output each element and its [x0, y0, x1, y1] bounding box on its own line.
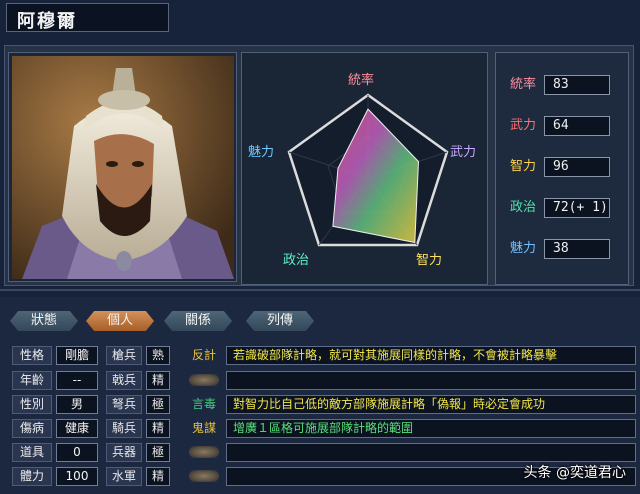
watermark: 头条 @奕道君心 [523, 465, 626, 481]
attr-label-gender: 性別 [12, 395, 52, 414]
skill-name-4[interactable]: 鬼謀 [186, 419, 222, 438]
troop-label-crossbow: 弩兵 [106, 395, 142, 414]
tab-personal[interactable]: 個人 [86, 311, 154, 331]
officer-name: 阿穆爾 [6, 3, 169, 32]
tab-status[interactable]: 狀態 [10, 311, 78, 331]
stat-label-politics: 政治 [509, 200, 536, 215]
radar-label-command: 統率 [348, 73, 375, 88]
stat-value-politics: 72(+ 1) [544, 198, 610, 218]
radar-label-war: 武力 [450, 145, 477, 160]
skill-name-1[interactable]: 反計 [186, 346, 222, 365]
stat-value-charisma: 38 [544, 239, 610, 259]
troop-label-cavalry: 騎兵 [106, 419, 142, 438]
stats-panel: 統率 83 武力 64 智力 96 政治 72(+ 1) 魅力 38 [495, 52, 629, 285]
attr-value-stamina: 100 [56, 467, 98, 486]
stat-value-intelligence: 96 [544, 157, 610, 177]
troop-label-spear: 槍兵 [106, 346, 142, 365]
troop-grade-cavalry: 精 [146, 419, 170, 438]
troop-grade-siege: 極 [146, 443, 170, 462]
section-divider [0, 289, 640, 291]
stat-value-command: 83 [544, 75, 610, 95]
attr-label-health: 傷病 [12, 419, 52, 438]
attr-label-items: 道具 [12, 443, 52, 462]
attr-label-personality: 性格 [12, 346, 52, 365]
skill-slot-empty-2 [189, 374, 219, 386]
skill-slot-empty-6 [189, 470, 219, 482]
attr-value-age: -- [56, 371, 98, 390]
troop-grade-halberd: 精 [146, 371, 170, 390]
troop-grade-spear: 熟 [146, 346, 170, 365]
skill-desc-5 [226, 443, 636, 462]
officer-portrait [12, 56, 234, 279]
stat-value-war: 64 [544, 116, 610, 136]
stat-label-war: 武力 [509, 118, 536, 133]
skill-desc-4: 增廣１區格可施展部隊計略的範圍 [226, 419, 636, 438]
troop-grade-navy: 精 [146, 467, 170, 486]
skill-desc-3: 對智力比自己低的敵方部隊施展計略「偽報」時必定會成功 [226, 395, 636, 414]
attr-value-health: 健康 [56, 419, 98, 438]
radar-label-politics: 政治 [283, 253, 310, 268]
attr-label-stamina: 體力 [12, 467, 52, 486]
attr-label-age: 年齡 [12, 371, 52, 390]
attr-value-items: 0 [56, 443, 98, 462]
stat-label-intelligence: 智力 [509, 159, 536, 174]
radar-label-intelligence: 智力 [416, 253, 443, 268]
troop-label-navy: 水軍 [106, 467, 142, 486]
skill-slot-empty-5 [189, 446, 219, 458]
skill-desc-2 [226, 371, 636, 390]
skill-desc-1: 若識破部隊計略，就可對其施展同樣的計略，不會被計略暴擊 [226, 346, 636, 365]
tab-relations[interactable]: 關係 [164, 311, 232, 331]
attr-value-gender: 男 [56, 395, 98, 414]
attr-value-personality: 剛膽 [56, 346, 98, 365]
radar-label-charisma: 魅力 [248, 145, 275, 160]
tab-biography[interactable]: 列傳 [246, 311, 314, 331]
ability-radar-panel: 統率 武力 智力 政治 魅力 [241, 52, 488, 285]
stat-label-command: 統率 [509, 77, 536, 92]
troop-label-siege: 兵器 [106, 443, 142, 462]
stat-label-charisma: 魅力 [509, 241, 536, 256]
troop-label-halberd: 戟兵 [106, 371, 142, 390]
skill-name-3[interactable]: 言毒 [186, 395, 222, 414]
troop-grade-crossbow: 極 [146, 395, 170, 414]
